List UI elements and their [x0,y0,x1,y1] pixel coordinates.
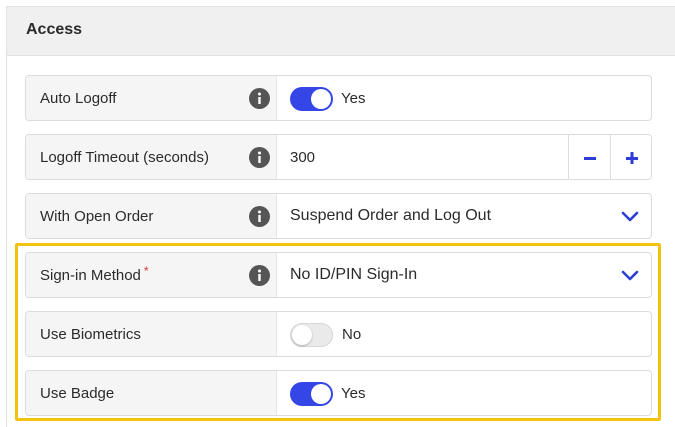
info-icon[interactable] [249,206,270,227]
use-biometrics-value: No [342,326,362,343]
label-cell: Use Badge [26,371,277,415]
use-biometrics-label: Use Biometrics [40,326,141,343]
auto-logoff-label: Auto Logoff [40,90,117,107]
chevron-down-icon [621,270,639,281]
sign-in-method-label: Sign-in Method * [40,264,149,284]
use-badge-row: Use Badge Yes [25,370,652,416]
minus-icon [584,157,596,160]
label-cell: Auto Logoff [26,76,277,120]
with-open-order-value: Suspend Order and Log Out [290,207,492,224]
logoff-timeout-row: Logoff Timeout (seconds) 300 [25,134,652,180]
toggle-knob [311,384,331,404]
auto-logoff-toggle[interactable] [290,87,333,111]
use-badge-toggle[interactable] [290,382,333,406]
logoff-timeout-input[interactable]: 300 [290,149,315,166]
sign-in-method-value: No ID/PIN Sign-In [290,266,418,283]
sign-in-method-row: Sign-in Method * No ID/PIN Sign-In [25,252,652,298]
required-marker: * [143,264,149,278]
panel-header [7,7,675,56]
label-cell: With Open Order [26,194,277,238]
info-icon[interactable] [249,147,270,168]
increment-button[interactable] [610,135,651,179]
use-biometrics-toggle[interactable] [290,323,333,347]
decrement-button[interactable] [568,135,610,179]
label-cell: Sign-in Method * [26,253,277,297]
with-open-order-label: With Open Order [40,208,154,225]
chevron-down-icon [621,211,639,222]
logoff-timeout-label: Logoff Timeout (seconds) [40,149,209,166]
label-cell: Use Biometrics [26,312,277,356]
use-biometrics-row: Use Biometrics No [25,311,652,357]
sign-in-method-label-text: Sign-in Method [40,267,141,284]
with-open-order-row: With Open Order Suspend Order and Log Ou… [25,193,652,239]
label-cell: Logoff Timeout (seconds) [26,135,277,179]
plus-icon [626,152,638,164]
info-icon[interactable] [249,88,270,109]
auto-logoff-row: Auto Logoff Yes [25,75,652,121]
use-badge-label: Use Badge [40,385,115,402]
info-icon[interactable] [249,265,270,286]
panel-title: Access [26,21,83,38]
toggle-knob [311,89,331,109]
use-badge-value: Yes [341,385,366,402]
toggle-knob [292,325,312,345]
auto-logoff-value: Yes [341,90,366,107]
